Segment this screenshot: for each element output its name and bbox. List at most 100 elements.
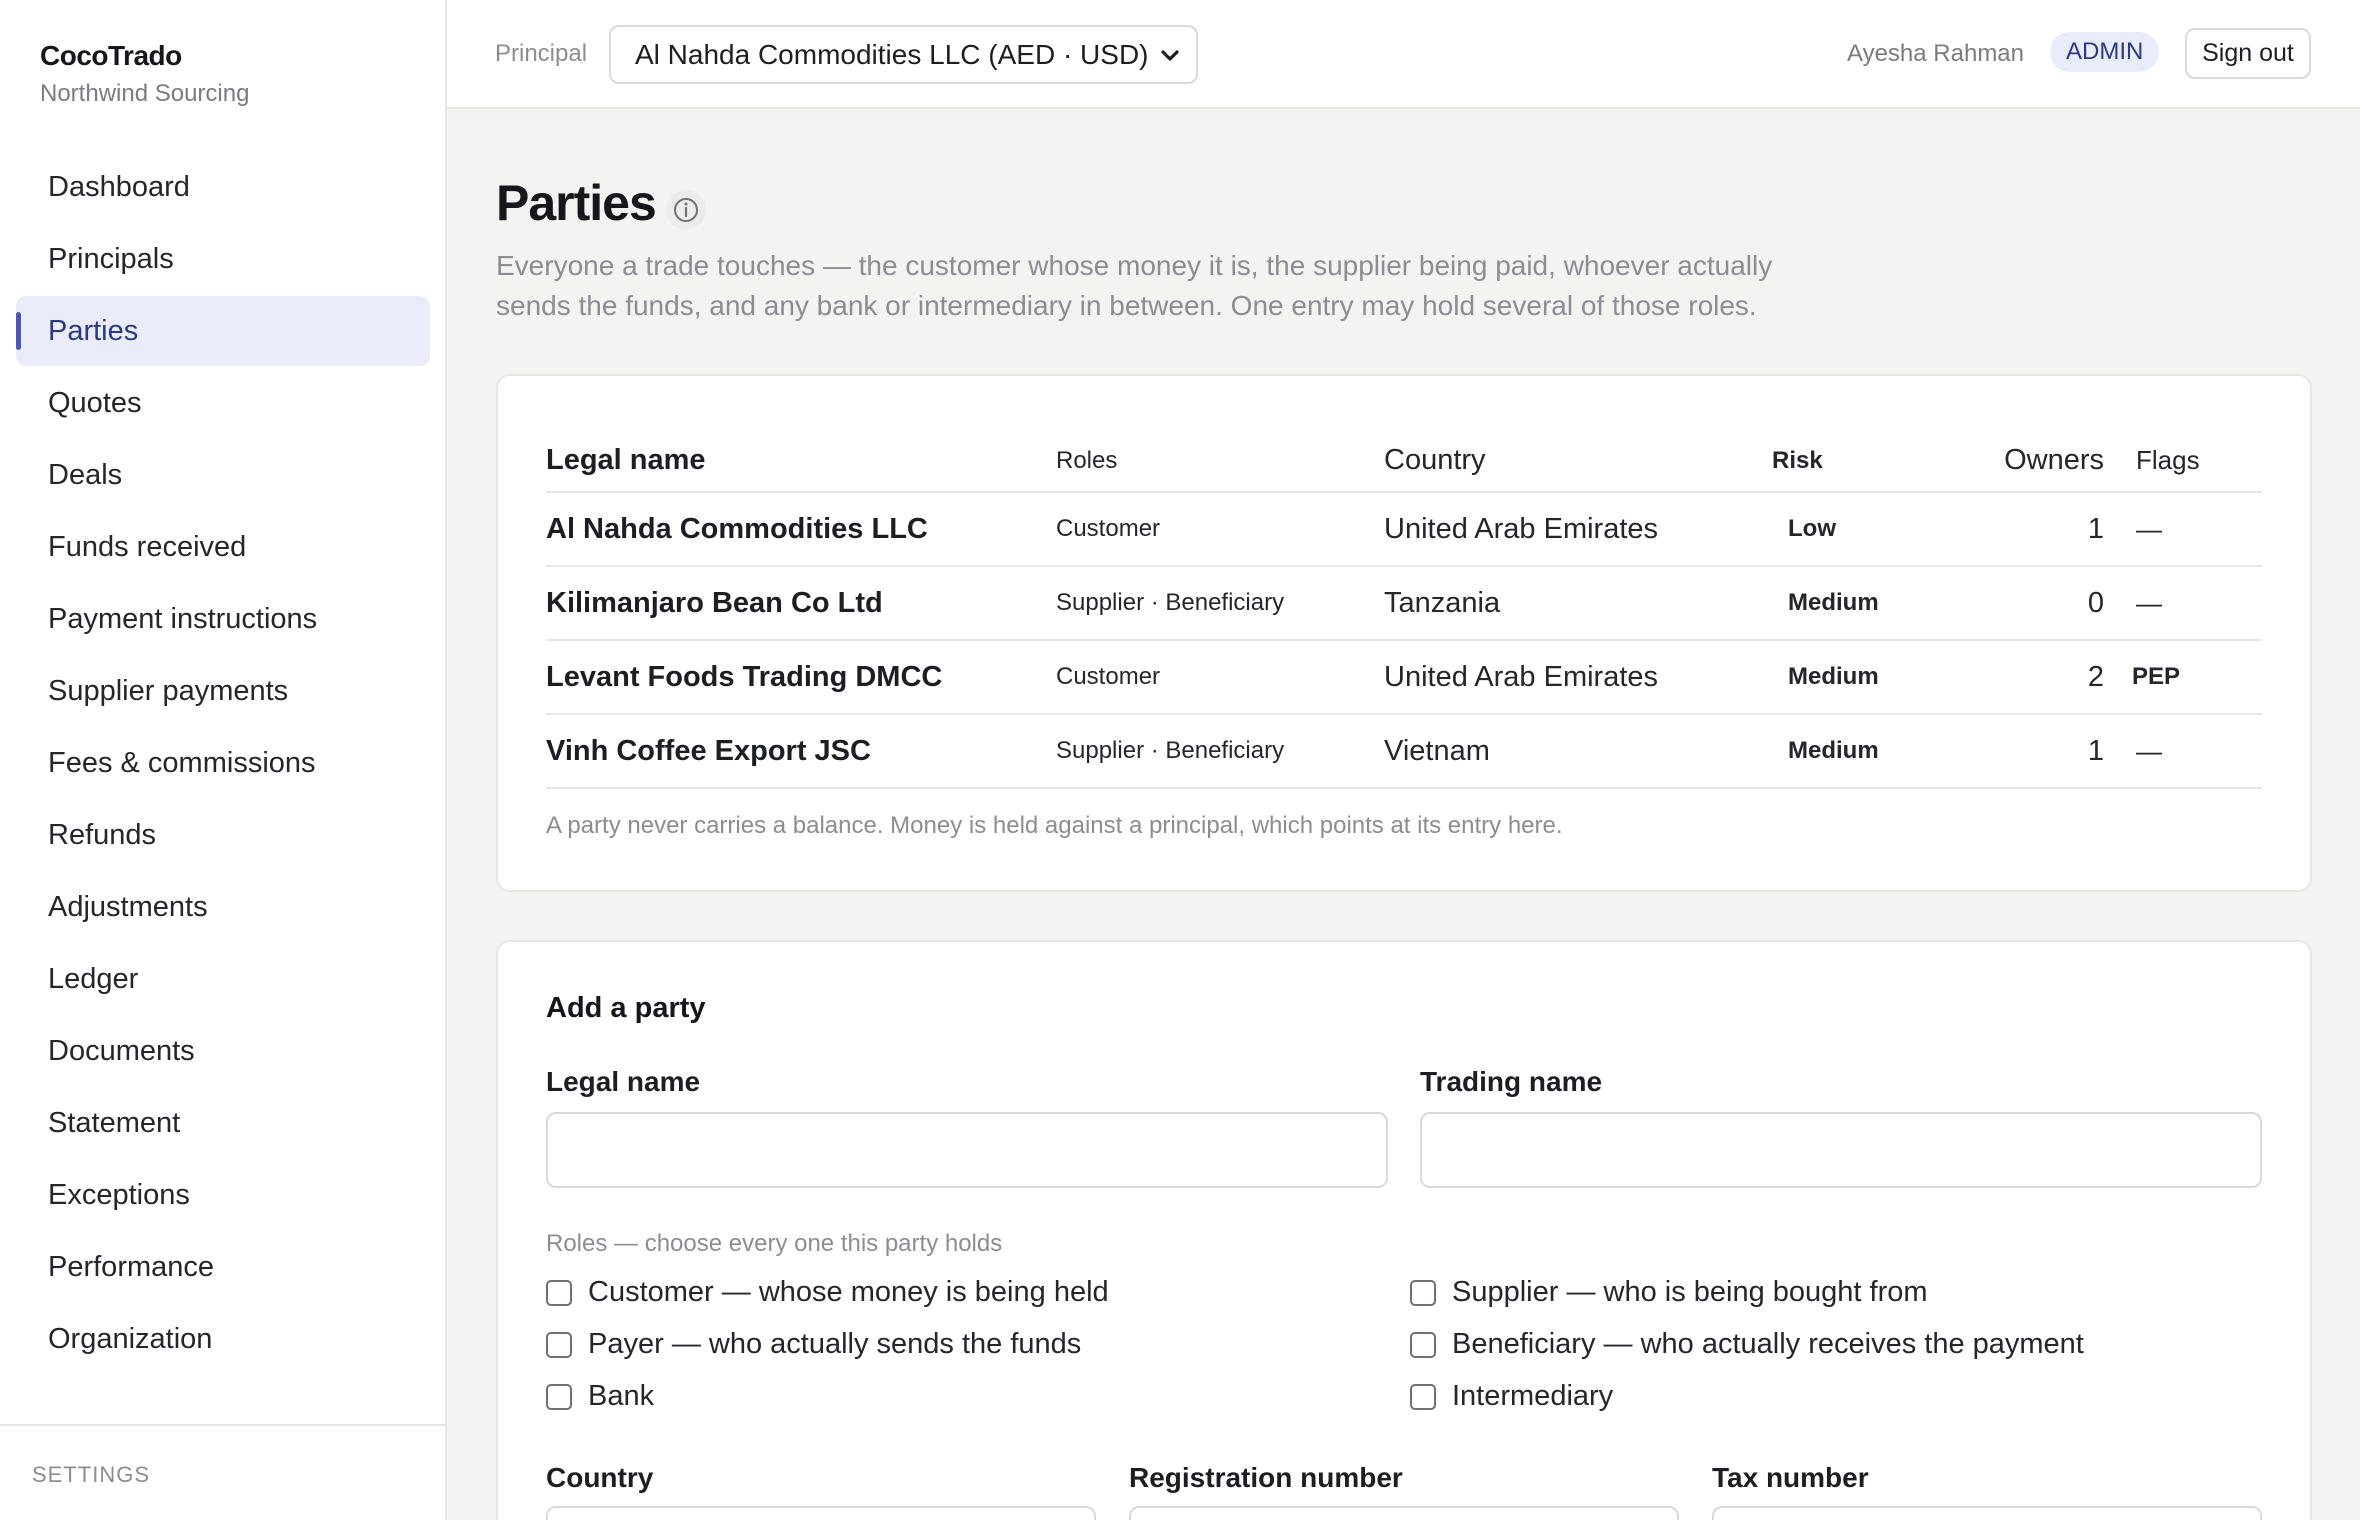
brand-subtitle: Northwind Sourcing bbox=[40, 80, 250, 107]
party-legal-name[interactable]: Levant Foods Trading DMCC bbox=[546, 640, 1056, 715]
party-roles: Customer bbox=[1056, 492, 1384, 567]
sidebar-item-statement[interactable]: Statement bbox=[16, 1088, 430, 1158]
sidebar-nav: Dashboard Principals Parties Quotes Deal… bbox=[16, 152, 430, 1376]
party-owners: 0 bbox=[1962, 566, 2116, 641]
country-label: Country bbox=[546, 1462, 654, 1493]
role-intermediary-label: Intermediary bbox=[1452, 1380, 1614, 1412]
legal-name-input[interactable] bbox=[546, 1112, 1388, 1188]
roles-hint: Roles — choose every one this party hold… bbox=[546, 1230, 1003, 1257]
trading-name-input[interactable] bbox=[1420, 1112, 2262, 1188]
party-risk: Medium bbox=[1772, 640, 1962, 715]
party-country: United Arab Emirates bbox=[1384, 640, 1772, 715]
sidebar-item-deals[interactable]: Deals bbox=[16, 440, 430, 510]
checkbox-box[interactable] bbox=[546, 1331, 572, 1358]
role-bank-checkbox[interactable]: Bank bbox=[546, 1380, 654, 1413]
header-legal-name[interactable]: Legal name bbox=[546, 430, 1056, 493]
role-badge: ADMIN bbox=[2050, 32, 2160, 72]
role-beneficiary-checkbox[interactable]: Beneficiary — who actually receives the … bbox=[1410, 1328, 2084, 1361]
header-flags[interactable]: Flags bbox=[2116, 430, 2262, 493]
trading-name-label: Trading name bbox=[1420, 1066, 1603, 1097]
principal-select-value: Al Nahda Commodities LLC (AED · USD) bbox=[635, 38, 1149, 70]
checkbox-box[interactable] bbox=[1410, 1383, 1436, 1410]
checkbox-box[interactable] bbox=[1410, 1279, 1436, 1306]
chevron-down-icon bbox=[1161, 50, 1179, 61]
sidebar-item-principals[interactable]: Principals bbox=[16, 224, 430, 294]
checkbox-box[interactable] bbox=[1410, 1331, 1436, 1358]
sidebar-item-ledger[interactable]: Ledger bbox=[16, 944, 430, 1014]
info-circle-icon[interactable] bbox=[664, 188, 708, 232]
role-bank-label: Bank bbox=[588, 1380, 655, 1412]
party-roles: Supplier · Beneficiary bbox=[1056, 714, 1384, 789]
header-owners[interactable]: Owners bbox=[1962, 430, 2116, 493]
parties-table-card: Legal name Roles Country Risk Owners Fla… bbox=[496, 374, 2312, 892]
add-party-title: Add a party bbox=[546, 992, 706, 1024]
party-flags-pep-badge: PEP bbox=[2116, 640, 2262, 715]
table-row[interactable]: Al Nahda Commodities LLC Customer United… bbox=[546, 492, 2262, 567]
sidebar-item-payment-instructions[interactable]: Payment instructions bbox=[16, 584, 430, 654]
party-legal-name[interactable]: Al Nahda Commodities LLC bbox=[546, 492, 1056, 567]
add-party-card: Add a party Legal name Trading name Role… bbox=[496, 940, 2312, 1520]
party-roles: Supplier · Beneficiary bbox=[1056, 566, 1384, 641]
parties-table: Legal name Roles Country Risk Owners Fla… bbox=[546, 430, 2262, 789]
sidebar-item-refunds[interactable]: Refunds bbox=[16, 800, 430, 870]
party-flags: — bbox=[2116, 714, 2262, 789]
sign-out-button[interactable]: Sign out bbox=[2185, 28, 2311, 79]
role-intermediary-checkbox[interactable]: Intermediary bbox=[1410, 1380, 1613, 1413]
settings-section-label: SETTINGS bbox=[32, 1462, 151, 1487]
role-customer-checkbox[interactable]: Customer — whose money is being held bbox=[546, 1276, 1109, 1309]
topbar: Principal Al Nahda Commodities LLC (AED … bbox=[447, 0, 2360, 109]
sidebar-divider bbox=[0, 1424, 447, 1426]
sidebar-item-dashboard[interactable]: Dashboard bbox=[16, 152, 430, 222]
party-owners: 1 bbox=[1962, 492, 2116, 567]
sidebar-item-quotes[interactable]: Quotes bbox=[16, 368, 430, 438]
principal-select[interactable]: Al Nahda Commodities LLC (AED · USD) bbox=[609, 25, 1198, 84]
header-country[interactable]: Country bbox=[1384, 430, 1772, 493]
country-input[interactable] bbox=[546, 1506, 1096, 1520]
sidebar-item-adjustments[interactable]: Adjustments bbox=[16, 872, 430, 942]
registration-number-input[interactable] bbox=[1129, 1506, 1679, 1520]
party-legal-name[interactable]: Vinh Coffee Export JSC bbox=[546, 714, 1056, 789]
checkbox-box[interactable] bbox=[546, 1279, 572, 1306]
brand-name: CocoTrado bbox=[40, 40, 182, 71]
role-beneficiary-label: Beneficiary — who actually receives the … bbox=[1452, 1328, 2084, 1360]
party-flags: — bbox=[2116, 566, 2262, 641]
table-row[interactable]: Vinh Coffee Export JSC Supplier · Benefi… bbox=[546, 714, 2262, 789]
role-supplier-checkbox[interactable]: Supplier — who is being bought from bbox=[1410, 1276, 1928, 1309]
header-risk[interactable]: Risk bbox=[1772, 430, 1962, 493]
sidebar-item-fees-commissions[interactable]: Fees & commissions bbox=[16, 728, 430, 798]
current-user-name: Ayesha Rahman bbox=[1847, 40, 2024, 67]
role-payer-label: Payer — who actually sends the funds bbox=[588, 1328, 1082, 1360]
party-risk: Low bbox=[1772, 492, 1962, 567]
checkbox-box[interactable] bbox=[546, 1383, 572, 1410]
registration-number-label: Registration number bbox=[1129, 1462, 1403, 1493]
table-row[interactable]: Kilimanjaro Bean Co Ltd Supplier · Benef… bbox=[546, 566, 2262, 641]
party-legal-name[interactable]: Kilimanjaro Bean Co Ltd bbox=[546, 566, 1056, 641]
legal-name-label: Legal name bbox=[546, 1066, 701, 1097]
sidebar-item-performance[interactable]: Performance bbox=[16, 1232, 430, 1302]
role-supplier-label: Supplier — who is being bought from bbox=[1452, 1276, 1928, 1308]
sidebar-item-funds-received[interactable]: Funds received bbox=[16, 512, 430, 582]
party-owners: 1 bbox=[1962, 714, 2116, 789]
table-note: A party never carries a balance. Money i… bbox=[546, 812, 1563, 839]
party-risk: Medium bbox=[1772, 714, 1962, 789]
sidebar-item-documents[interactable]: Documents bbox=[16, 1016, 430, 1086]
party-country: Vietnam bbox=[1384, 714, 1772, 789]
sidebar-item-organization[interactable]: Organization bbox=[16, 1304, 430, 1374]
sidebar-item-exceptions[interactable]: Exceptions bbox=[16, 1160, 430, 1230]
party-flags: — bbox=[2116, 492, 2262, 567]
party-risk: Medium bbox=[1772, 566, 1962, 641]
party-roles: Customer bbox=[1056, 640, 1384, 715]
page-title: Parties bbox=[496, 175, 657, 231]
brand: CocoTrado Northwind Sourcing bbox=[40, 40, 249, 108]
principal-label: Principal bbox=[495, 40, 588, 67]
role-payer-checkbox[interactable]: Payer — who actually sends the funds bbox=[546, 1328, 1081, 1361]
tax-number-input[interactable] bbox=[1712, 1506, 2262, 1520]
table-row[interactable]: Levant Foods Trading DMCC Customer Unite… bbox=[546, 640, 2262, 715]
party-country: Tanzania bbox=[1384, 566, 1772, 641]
tax-number-label: Tax number bbox=[1712, 1462, 1869, 1493]
page-description: Everyone a trade touches — the customer … bbox=[496, 250, 1773, 321]
sidebar-item-supplier-payments[interactable]: Supplier payments bbox=[16, 656, 430, 726]
sidebar-item-parties[interactable]: Parties bbox=[16, 296, 430, 366]
header-roles[interactable]: Roles bbox=[1056, 430, 1384, 493]
sidebar: CocoTrado Northwind Sourcing Dashboard P… bbox=[0, 0, 447, 1520]
